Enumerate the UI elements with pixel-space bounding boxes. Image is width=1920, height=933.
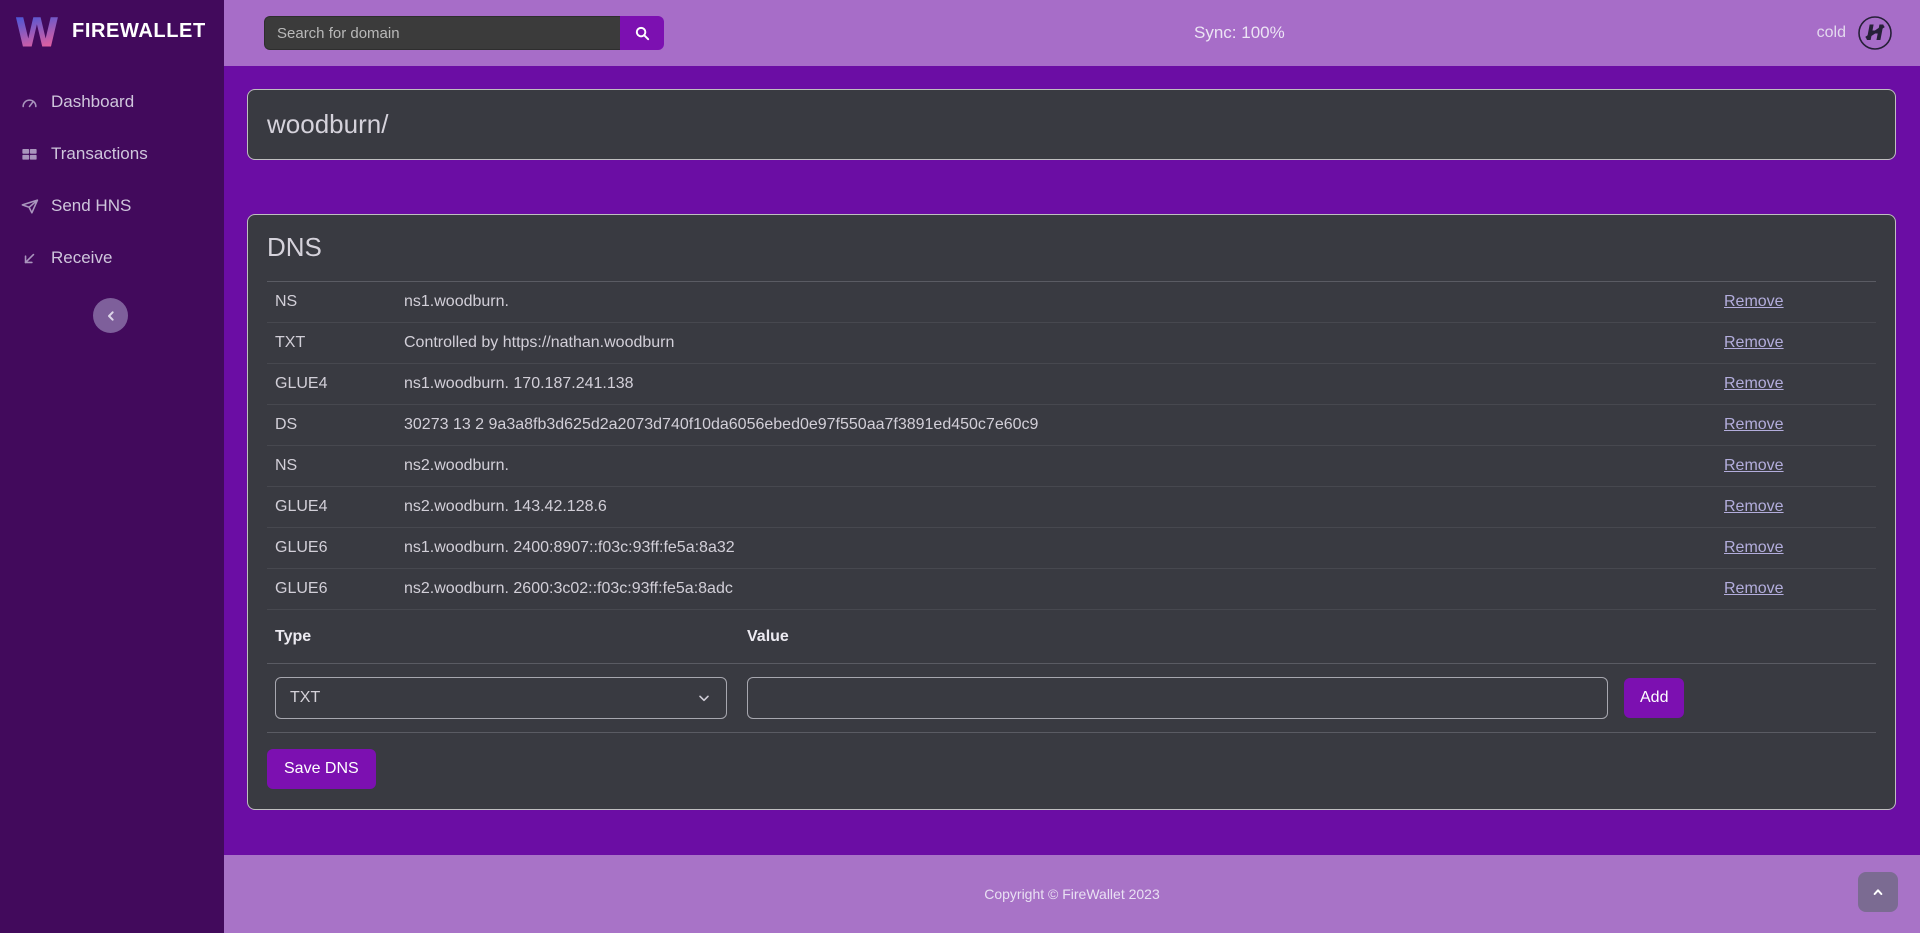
type-column-header: Type (267, 628, 747, 646)
add-record-button[interactable]: Add (1624, 678, 1684, 718)
sidebar-collapse-button[interactable] (93, 298, 128, 333)
dns-record-row: GLUE4 ns1.woodburn. 170.187.241.138 Remo… (267, 364, 1876, 405)
record-value: ns2.woodburn. (404, 457, 1724, 475)
sidebar: W FIREWALLET Dashboard (0, 0, 224, 933)
record-value: ns2.woodburn. 2600:3c02::f03c:93ff:fe5a:… (404, 580, 1724, 598)
svg-text:W: W (15, 10, 59, 55)
record-type: GLUE4 (267, 375, 404, 393)
record-value-input[interactable] (747, 677, 1608, 719)
main-content: woodburn/ DNS NS ns1.woodburn. Remove TX… (224, 66, 1920, 855)
dns-records-table: NS ns1.woodburn. Remove TXT Controlled b… (267, 282, 1876, 610)
search-icon (634, 25, 651, 42)
remove-record-link[interactable]: Remove (1724, 539, 1784, 556)
record-value: Controlled by https://nathan.woodburn (404, 334, 1724, 352)
dns-card: DNS NS ns1.woodburn. Remove TXT Controll… (247, 214, 1896, 810)
wallet-indicator: cold H (1817, 0, 1894, 66)
search-button[interactable] (620, 16, 664, 50)
remove-record-link[interactable]: Remove (1724, 334, 1784, 351)
record-type-selected-value: TXT (290, 689, 320, 707)
remove-record-link[interactable]: Remove (1724, 498, 1784, 515)
scroll-to-top-button[interactable] (1858, 872, 1898, 912)
chevron-down-icon (696, 690, 712, 706)
record-value: 30273 13 2 9a3a8fb3d625d2a2073d740f10da6… (404, 416, 1724, 434)
sidebar-item-label: Dashboard (51, 92, 134, 112)
record-type: GLUE4 (267, 498, 404, 516)
dns-record-row: GLUE6 ns1.woodburn. 2400:8907::f03c:93ff… (267, 528, 1876, 569)
sidebar-item-label: Receive (51, 248, 112, 268)
dns-record-row: GLUE4 ns2.woodburn. 143.42.128.6 Remove (267, 487, 1876, 528)
arrow-down-left-icon (20, 249, 39, 268)
gauge-icon (20, 93, 39, 112)
remove-record-link[interactable]: Remove (1724, 375, 1784, 392)
sidebar-item-send-hns[interactable]: Send HNS (0, 180, 224, 232)
copyright-text: Copyright © FireWallet 2023 (224, 855, 1920, 933)
app-logo[interactable]: W FIREWALLET (0, 0, 224, 62)
record-value: ns1.woodburn. 2400:8907::f03c:93ff:fe5a:… (404, 539, 1724, 557)
table-icon (20, 145, 39, 164)
sidebar-item-label: Send HNS (51, 196, 131, 216)
record-type: NS (267, 457, 404, 475)
dns-record-row: NS ns1.woodburn. Remove (267, 282, 1876, 323)
sidebar-item-label: Transactions (51, 144, 148, 164)
app-title: FIREWALLET (72, 20, 206, 43)
dns-section-title: DNS (267, 215, 1876, 281)
record-type-select[interactable]: TXT (275, 677, 727, 719)
dns-record-row: DS 30273 13 2 9a3a8fb3d625d2a2073d740f10… (267, 405, 1876, 446)
sidebar-item-receive[interactable]: Receive (0, 232, 224, 284)
wallet-name: cold (1817, 24, 1846, 42)
record-type: GLUE6 (267, 580, 404, 598)
remove-record-link[interactable]: Remove (1724, 416, 1784, 433)
topbar: Sync: 100% cold H (224, 0, 1920, 66)
record-value: ns1.woodburn. (404, 293, 1724, 311)
dns-record-row: GLUE6 ns2.woodburn. 2600:3c02::f03c:93ff… (267, 569, 1876, 610)
chevron-up-icon (1870, 884, 1886, 900)
record-value: ns1.woodburn. 170.187.241.138 (404, 375, 1724, 393)
remove-record-link[interactable]: Remove (1724, 293, 1784, 310)
domain-search (264, 16, 664, 50)
sync-status: Sync: 100% (1194, 0, 1285, 66)
save-dns-button[interactable]: Save DNS (267, 749, 376, 789)
record-type: DS (267, 416, 404, 434)
domain-title: woodburn/ (267, 109, 388, 140)
add-record-header-row: Type Value (267, 610, 1876, 664)
sidebar-nav: Dashboard Transactions Send HNS (0, 76, 224, 284)
record-type: NS (267, 293, 404, 311)
sidebar-item-transactions[interactable]: Transactions (0, 128, 224, 180)
record-value: ns2.woodburn. 143.42.128.6 (404, 498, 1724, 516)
remove-record-link[interactable]: Remove (1724, 580, 1784, 597)
search-input[interactable] (264, 16, 620, 50)
add-record-form-row: TXT Add (267, 664, 1876, 733)
chevron-left-icon (103, 308, 119, 324)
handshake-hns-icon[interactable]: H (1856, 14, 1894, 52)
value-column-header: Value (747, 628, 1876, 646)
remove-record-link[interactable]: Remove (1724, 457, 1784, 474)
app-root: W FIREWALLET Dashboard (0, 0, 1920, 933)
firewallet-logo-icon: W (14, 7, 60, 55)
record-type: TXT (267, 334, 404, 352)
footer: Copyright © FireWallet 2023 (224, 855, 1920, 933)
dns-record-row: NS ns2.woodburn. Remove (267, 446, 1876, 487)
record-type: GLUE6 (267, 539, 404, 557)
dns-record-row: TXT Controlled by https://nathan.woodbur… (267, 323, 1876, 364)
sidebar-item-dashboard[interactable]: Dashboard (0, 76, 224, 128)
domain-card: woodburn/ (247, 89, 1896, 160)
send-icon (20, 197, 39, 216)
